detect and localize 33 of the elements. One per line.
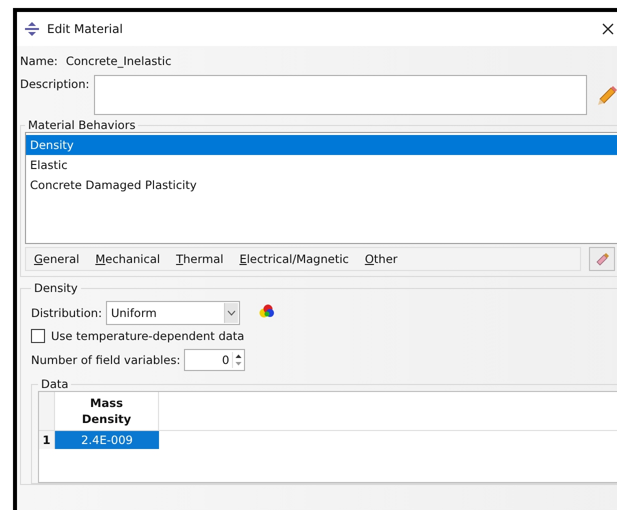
description-label: Description: [20, 77, 90, 91]
group-title: Data [40, 377, 70, 391]
checkbox-label: Use temperature-dependent data [51, 329, 244, 343]
list-item[interactable]: Concrete Damaged Plasticity [26, 175, 617, 195]
row-number: 1 [39, 431, 55, 449]
group-title: Material Behaviors [27, 118, 136, 132]
eraser-button[interactable] [589, 247, 615, 271]
distribution-dropdown[interactable]: Uniform [106, 301, 240, 325]
menu-item[interactable]: Mechanical [95, 252, 160, 266]
description-field[interactable] [94, 75, 588, 115]
name-label: Name: [20, 54, 58, 68]
window-title: Edit Material [47, 22, 123, 36]
menu-item[interactable]: Thermal [176, 252, 224, 266]
distribution-label: Distribution: [31, 306, 102, 320]
list-item[interactable]: Elastic [26, 155, 617, 175]
field-variables-spinbox[interactable]: 0 [184, 349, 246, 371]
list-item[interactable]: Density [26, 135, 617, 155]
checkbox[interactable] [31, 329, 45, 343]
menu-item[interactable]: Electrical/Magnetic [239, 252, 349, 266]
app-icon [24, 21, 40, 37]
name-value: Concrete_Inelastic [66, 54, 172, 68]
menu-item[interactable]: General [34, 252, 80, 266]
table-cell[interactable]: 2.4E-009 [55, 431, 159, 449]
spinner-arrows-icon[interactable] [234, 352, 244, 368]
pencil-icon[interactable] [596, 83, 617, 105]
menu-item[interactable]: Other [364, 252, 398, 266]
field-variables-label: Number of field variables: [31, 353, 180, 367]
color-blob-icon[interactable] [258, 303, 276, 319]
column-header: Mass Density [55, 392, 159, 430]
eraser-icon [594, 251, 610, 267]
caret-icon [226, 310, 236, 316]
close-icon[interactable] [601, 22, 615, 36]
group-title: Density [33, 281, 79, 295]
